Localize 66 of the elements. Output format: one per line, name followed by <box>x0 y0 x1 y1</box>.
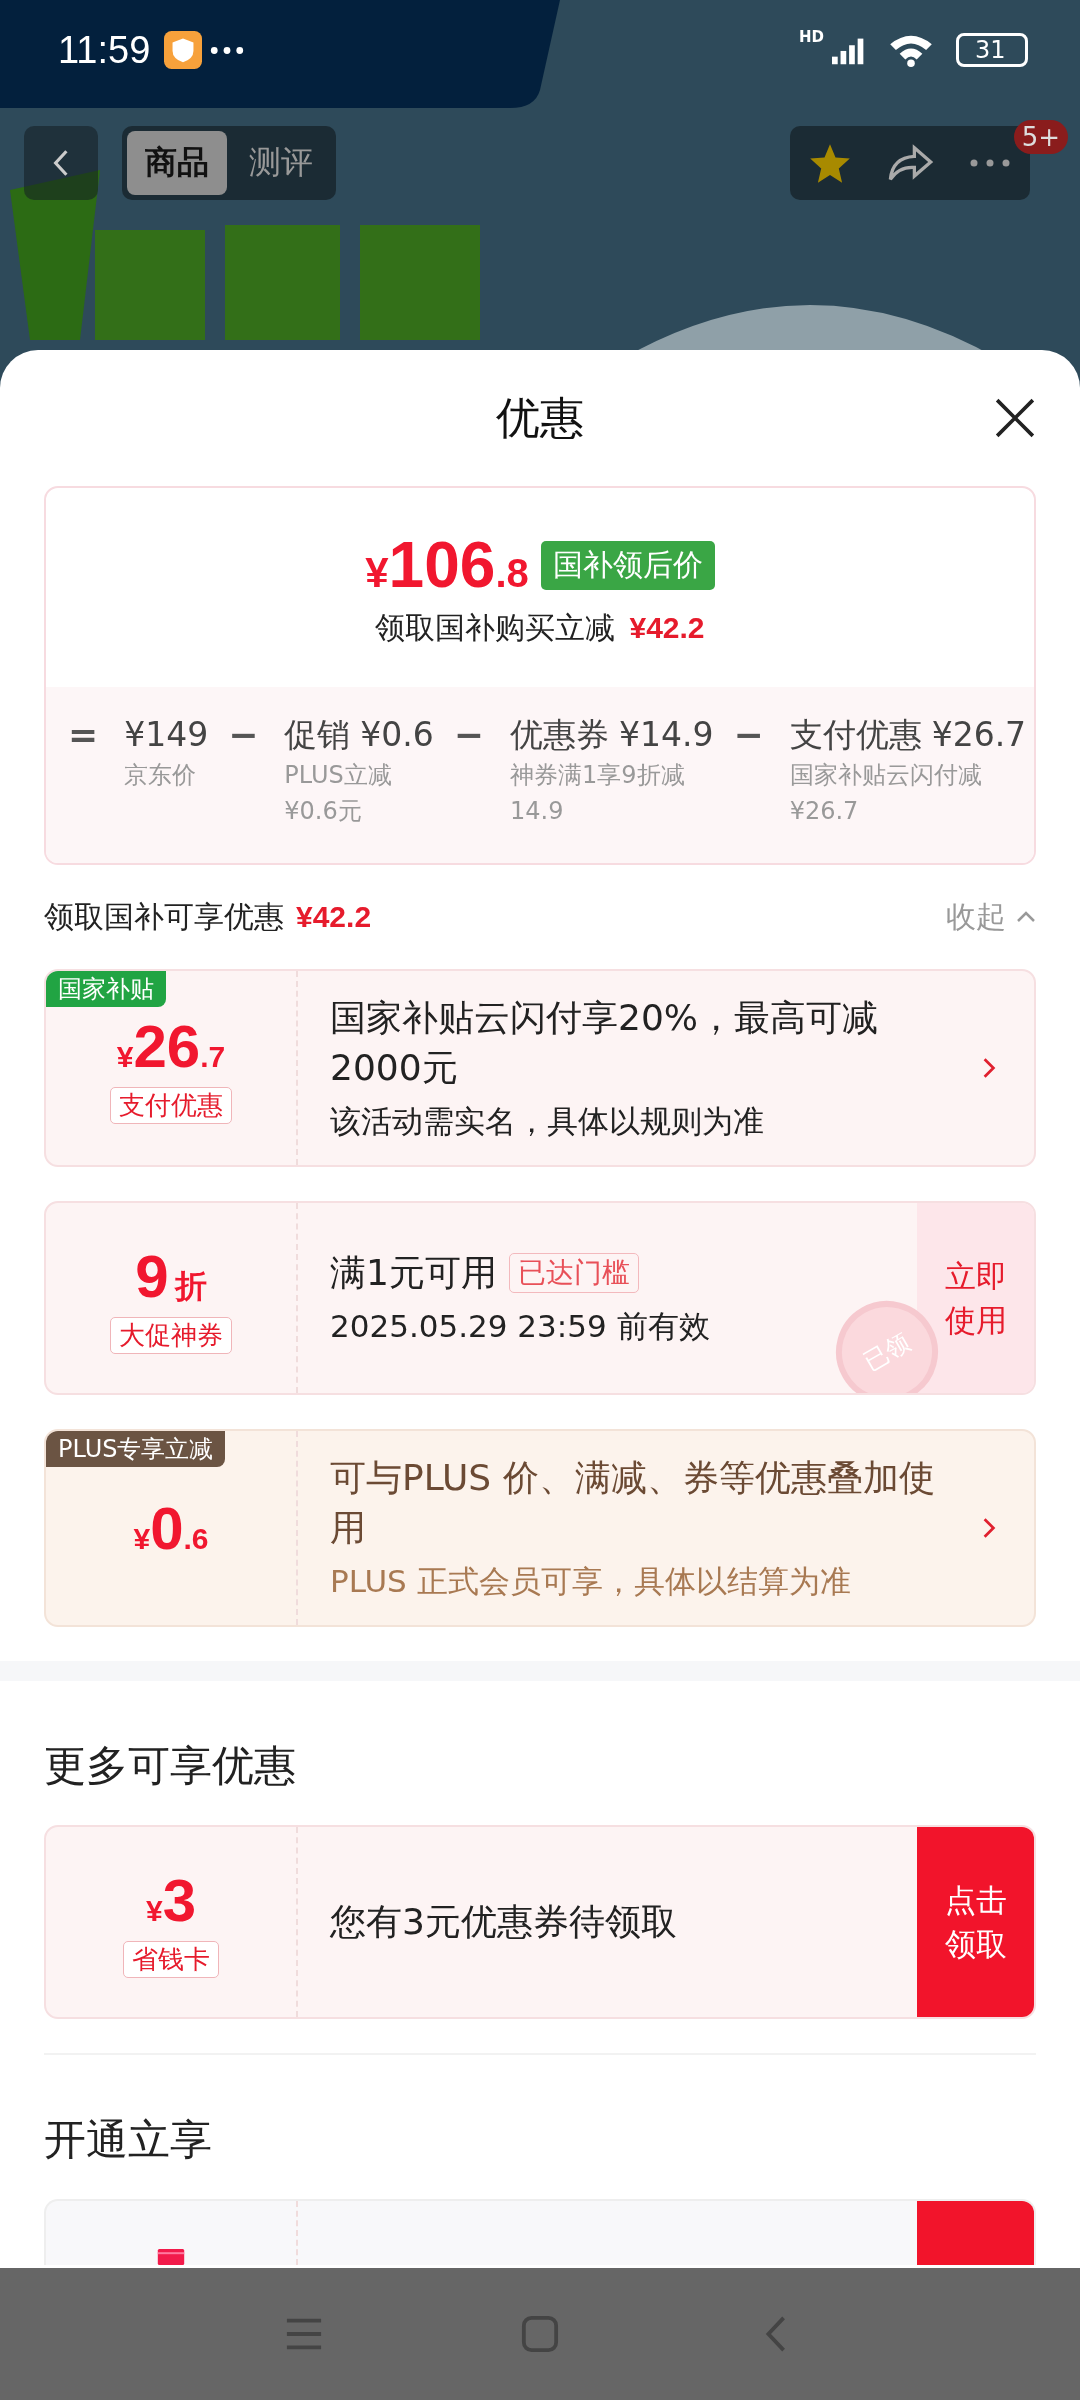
section-amount: ¥42.2 <box>296 900 372 934</box>
offer-type-label: 省钱卡 <box>123 1941 219 1978</box>
more-notifications-icon <box>210 45 245 55</box>
breakdown-label: 支付优惠 <box>789 714 922 756</box>
offer-note: 该活动需实名，具体以规则为准 <box>330 1102 765 1141</box>
offer-type-label: 支付优惠 <box>110 1087 232 1124</box>
breakdown-amount: ¥149 <box>124 714 209 756</box>
back-button[interactable] <box>24 125 98 200</box>
breakdown-note: 国家补贴云闪付减 <box>789 760 983 791</box>
breakdown-note: 神券满1享9折减 <box>510 760 686 791</box>
notification-icon <box>164 31 203 69</box>
discount-value: ¥3 <box>145 1866 197 1935</box>
breakdown-amount: ¥26.7 <box>931 714 1027 756</box>
more-icon <box>970 158 1010 167</box>
breakdown-note: 14.9 <box>510 796 565 827</box>
breakdown-label: 优惠券 <box>510 714 609 756</box>
section-heading: 更多可享优惠 <box>44 1740 297 1792</box>
breakdown-note: ¥26.7 <box>789 796 860 827</box>
offer-card[interactable] <box>44 2199 1036 2265</box>
share-icon <box>886 142 934 183</box>
close-icon[interactable] <box>994 397 1036 439</box>
claim-button[interactable]: 点击领取 <box>917 1827 1034 2017</box>
price-subtitle: 领取国补购买立减 <box>375 609 616 647</box>
offer-title: 满1元可用 <box>330 1251 497 1295</box>
chevron-right-icon <box>982 1517 996 1539</box>
offer-note: 2025.05.29 23:59 前有效 <box>330 1307 711 1346</box>
offer-card[interactable]: ¥3 省钱卡 您有3元优惠券待领取 点击领取 <box>44 1825 1036 2019</box>
discount-value: ¥26.7 <box>116 1012 226 1081</box>
battery-indicator: 31 <box>956 33 1028 67</box>
corner-tag: PLUS专享立减 <box>46 1431 226 1467</box>
breakdown-note: 京东价 <box>124 760 198 791</box>
breakdown-label: 促销 <box>284 714 351 756</box>
breakdown-amount: ¥14.9 <box>619 714 714 756</box>
status-tag: 已达门槛 <box>508 1253 639 1293</box>
discount-amount: ¥42.2 <box>629 611 705 645</box>
offer-card[interactable]: 国家补贴 ¥26.7 支付优惠 国家补贴云闪付享20%，最高可减2000元 该活动需实名，具体以规则为准 <box>44 969 1036 1167</box>
breakdown-note: PLUS立减 <box>284 760 393 791</box>
product-tab[interactable]: 测评 <box>231 130 331 195</box>
final-price: ¥106.8 <box>365 528 529 602</box>
chevron-right-icon <box>982 1057 996 1079</box>
network-label: HD <box>799 28 824 46</box>
section-title: 领取国补可享优惠 <box>44 897 284 936</box>
offer-title: 您有3元优惠券待领取 <box>330 1900 677 1944</box>
corner-tag: 国家补贴 <box>46 971 166 1007</box>
offer-title: 可与PLUS 价、满减、券等优惠叠加使用 <box>330 1456 936 1550</box>
chevron-up-icon <box>1016 911 1036 923</box>
discount-value: 9 折 <box>135 1242 207 1311</box>
product-tab[interactable]: 商品 <box>127 130 227 195</box>
operator-sign: = <box>68 713 99 757</box>
breakdown-note: ¥0.6元 <box>284 796 363 827</box>
price-tag: 国补领后价 <box>540 540 715 590</box>
discount-value: ¥0.6 <box>133 1493 209 1563</box>
operator-sign: − <box>733 713 764 757</box>
status-time: 11:59 <box>58 28 151 72</box>
breakdown-amount: ¥0.6 <box>360 714 434 756</box>
offer-note: PLUS 正式会员可享，具体以结算为准 <box>330 1562 852 1601</box>
wifi-icon <box>888 33 934 67</box>
section-heading: 开通立享 <box>44 2114 213 2166</box>
operator-sign: − <box>453 713 484 757</box>
back-icon <box>52 147 70 178</box>
offer-type-label: 大促神券 <box>110 1317 232 1354</box>
claim-button[interactable]: 立即使用 <box>917 1203 1034 1393</box>
operator-sign: − <box>228 713 259 757</box>
sheet-title: 优惠 <box>496 390 584 445</box>
offer-title: 国家补贴云闪付享20%，最高可减2000元 <box>330 996 879 1090</box>
offer-card[interactable]: PLUS专享立减 ¥0.6 可与PLUS 价、满减、券等优惠叠加使用 PLUS 正式会员可享，具体以结算为准 <box>44 1429 1036 1627</box>
